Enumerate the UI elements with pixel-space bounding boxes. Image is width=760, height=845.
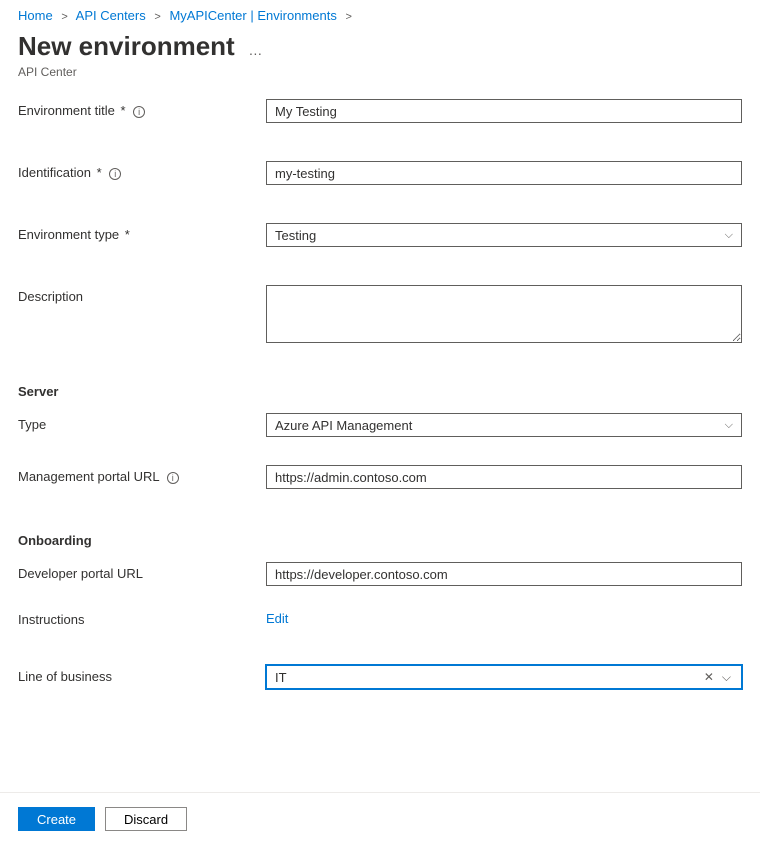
server-type-select[interactable]: Azure API Management ⌵ <box>266 413 742 437</box>
more-actions-icon[interactable]: … <box>248 42 262 58</box>
breadcrumb: Home > API Centers > MyAPICenter | Envir… <box>0 0 760 29</box>
chevron-down-icon: ⌵ <box>725 229 733 242</box>
chevron-right-icon: > <box>61 11 67 23</box>
identification-input[interactable] <box>266 161 742 185</box>
chevron-down-icon: ⌵ <box>725 419 733 432</box>
instructions-edit-link[interactable]: Edit <box>266 608 288 626</box>
page-header: New environment … API Center <box>0 29 760 91</box>
info-icon[interactable]: i <box>167 472 179 484</box>
env-type-select[interactable]: Testing ⌵ <box>266 223 742 247</box>
page-title: New environment <box>18 31 235 62</box>
onboarding-heading: Onboarding <box>18 533 742 548</box>
create-button[interactable]: Create <box>18 807 95 831</box>
discard-button[interactable]: Discard <box>105 807 187 831</box>
page-subtitle: API Center <box>18 65 742 79</box>
description-label: Description <box>18 285 266 304</box>
form-body: Environment title * i Identification * i… <box>0 91 760 735</box>
description-textarea[interactable] <box>266 285 742 343</box>
footer-actions: Create Discard <box>0 792 760 845</box>
info-icon[interactable]: i <box>133 106 145 118</box>
instructions-label: Instructions <box>18 608 266 627</box>
mgmt-url-input[interactable] <box>266 465 742 489</box>
chevron-right-icon: > <box>345 11 351 23</box>
identification-label: Identification * i <box>18 161 266 180</box>
breadcrumb-myapicenter-environments[interactable]: MyAPICenter | Environments <box>169 8 336 23</box>
server-type-label: Type <box>18 413 266 432</box>
dev-url-label: Developer portal URL <box>18 562 266 581</box>
breadcrumb-api-centers[interactable]: API Centers <box>76 8 146 23</box>
lob-select[interactable]: IT ✕ ⌵ <box>266 665 742 689</box>
info-icon[interactable]: i <box>109 168 121 180</box>
chevron-right-icon: > <box>154 11 160 23</box>
clear-icon[interactable]: ✕ <box>700 670 718 684</box>
server-heading: Server <box>18 384 742 399</box>
env-title-label: Environment title * i <box>18 99 266 118</box>
chevron-down-icon[interactable]: ⌵ <box>718 670 735 685</box>
mgmt-url-label: Management portal URL i <box>18 465 266 484</box>
env-title-input[interactable] <box>266 99 742 123</box>
breadcrumb-home[interactable]: Home <box>18 8 53 23</box>
env-type-label: Environment type * <box>18 223 266 242</box>
dev-url-input[interactable] <box>266 562 742 586</box>
lob-label: Line of business <box>18 665 266 684</box>
